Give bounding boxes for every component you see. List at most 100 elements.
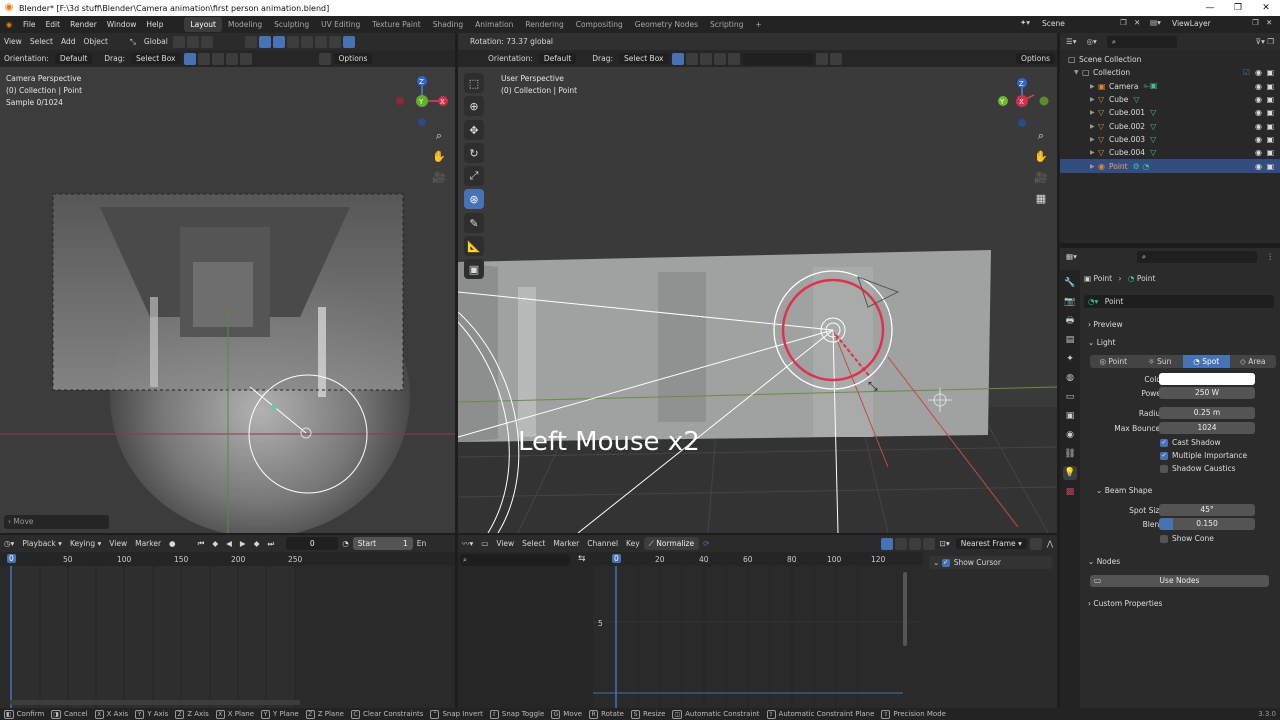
display-mode-icon[interactable]: ◎▾ bbox=[1087, 37, 1097, 46]
menu-help[interactable]: Help bbox=[141, 20, 168, 29]
scene-icon[interactable]: ✦▾ bbox=[1020, 18, 1030, 27]
select-mode-subtract-icon[interactable] bbox=[211, 52, 224, 65]
collection-eye-icon[interactable]: ◉ bbox=[1255, 68, 1262, 77]
tab-geometry-nodes[interactable]: Geometry Nodes bbox=[629, 17, 704, 32]
preview-section[interactable]: › Preview bbox=[1088, 320, 1123, 329]
cast-shadow-checkbox[interactable]: ✓ Cast Shadow bbox=[1160, 438, 1221, 447]
annotate-tool-icon[interactable]: ✎ bbox=[464, 213, 484, 233]
right-search-field[interactable] bbox=[742, 52, 813, 65]
right-viewport[interactable]: ⤡ ⬚ ⊕ ✥ ↻ ⤢ ⊛ ✎ 📐 ▣ User Perspective (0)… bbox=[458, 67, 1057, 533]
right-filter-icon[interactable] bbox=[815, 52, 828, 65]
minimize-icon[interactable]: — bbox=[1196, 0, 1224, 16]
add-cube-tool-icon[interactable]: ▣ bbox=[464, 259, 484, 279]
scene-copy-icon[interactable]: ❐ bbox=[1120, 18, 1127, 27]
light-type-spot[interactable]: ◔ Spot bbox=[1183, 355, 1230, 368]
shading-wireframe-icon[interactable] bbox=[300, 35, 313, 48]
scene-tab-icon[interactable]: ✦ bbox=[1063, 352, 1077, 366]
properties-editor-icon[interactable]: ▦▾ bbox=[1066, 252, 1077, 261]
snap-icon[interactable]: ⊡▾ bbox=[936, 539, 954, 548]
nodes-section[interactable]: ⌄ Nodes bbox=[1088, 557, 1120, 566]
proportional-edit-icon[interactable] bbox=[200, 35, 213, 48]
graph-mode-icon[interactable]: ▭ bbox=[477, 539, 492, 548]
output-tab-icon[interactable]: 🖶 bbox=[1063, 314, 1077, 328]
scene-name[interactable]: Scene bbox=[1042, 19, 1065, 28]
blend-slider[interactable]: 0.150 bbox=[1159, 518, 1255, 530]
outliner-item-cube[interactable]: ▶ ▽ Cube ▽ ◉ ▣ bbox=[1060, 93, 1280, 106]
world-tab-icon[interactable]: ◍ bbox=[1063, 371, 1077, 385]
only-errors-icon[interactable] bbox=[908, 537, 921, 550]
menu-file[interactable]: File bbox=[18, 20, 41, 29]
pan-hand-icon[interactable]: ✋ bbox=[432, 150, 446, 164]
playback-menu[interactable]: Playback ▾ bbox=[18, 539, 66, 548]
pivot-icon[interactable] bbox=[172, 35, 185, 48]
use-nodes-button[interactable]: ▭ Use Nodes bbox=[1090, 575, 1269, 587]
tab-shading[interactable]: Shading bbox=[427, 17, 469, 32]
menu-edit[interactable]: Edit bbox=[41, 20, 66, 29]
select-mode-intersect-icon[interactable] bbox=[239, 52, 252, 65]
collection-render-icon[interactable]: ▣ bbox=[1266, 68, 1274, 77]
end-frame-field[interactable]: En bbox=[413, 539, 431, 548]
right-select-subtract-icon[interactable] bbox=[699, 52, 712, 65]
right-select-intersect-icon[interactable] bbox=[727, 52, 740, 65]
outliner-item-cube-003[interactable]: ▶ ▽ Cube.003 ▽ ◉ ▣ bbox=[1060, 133, 1280, 146]
left-viewport[interactable]: Camera Perspective (0) Collection | Poin… bbox=[0, 67, 455, 533]
right-camera-view-icon[interactable]: 🎥 bbox=[1034, 171, 1048, 185]
next-key-icon[interactable]: ◆ bbox=[250, 539, 264, 548]
start-frame-field[interactable]: Start 1 bbox=[352, 537, 413, 550]
left-object-menu[interactable]: Object bbox=[79, 37, 111, 46]
right-select-extend-icon[interactable] bbox=[685, 52, 698, 65]
show-cone-checkbox[interactable]: Show Cone bbox=[1160, 534, 1214, 543]
multiple-importance-checkbox[interactable]: ✓ Multiple Importance bbox=[1160, 451, 1247, 460]
snap-icon[interactable] bbox=[186, 35, 199, 48]
light-type-sun[interactable]: ☼ Sun bbox=[1137, 355, 1184, 368]
outliner-editor-icon[interactable]: ☰▾ bbox=[1066, 37, 1077, 46]
zoom-icon[interactable]: ⌕ bbox=[432, 129, 446, 143]
eye-icon[interactable]: ◉ bbox=[1255, 135, 1262, 144]
snap-mode-dropdown[interactable]: Nearest Frame ▾ bbox=[955, 538, 1027, 549]
beam-shape-section[interactable]: ⌄ Beam Shape bbox=[1096, 486, 1152, 495]
tab-sculpting[interactable]: Sculpting bbox=[268, 17, 315, 32]
cursor-tool-icon[interactable]: ⊕ bbox=[464, 96, 484, 116]
shading-material-icon[interactable] bbox=[328, 35, 341, 48]
blender-menu-icon[interactable]: ◉ bbox=[0, 20, 18, 29]
view-layer-copy-icon[interactable]: ❐ bbox=[1252, 18, 1259, 27]
view-layer-name[interactable]: ViewLayer bbox=[1172, 19, 1211, 28]
right-navigation-gizmo[interactable]: Z Y X bbox=[994, 73, 1054, 133]
left-select-menu[interactable]: Select bbox=[26, 37, 57, 46]
graph-view-menu[interactable]: View bbox=[492, 539, 518, 548]
properties-pin-icon[interactable]: ⋮ bbox=[1267, 252, 1275, 261]
graph-editor-area[interactable]: ⌕ ⇆ 0 20 40 60 80 100 120 5 ⌄ ✓ Show Curs… bbox=[458, 552, 1057, 708]
eye-icon[interactable]: ◉ bbox=[1255, 108, 1262, 117]
radius-field[interactable]: 0.25 m bbox=[1159, 407, 1255, 419]
orientation-dropdown[interactable]: Default bbox=[54, 53, 93, 64]
overlay-toggle-icon[interactable] bbox=[272, 35, 285, 48]
outliner-item-camera[interactable]: ▶ ▣ Camera ⟜▣ ◉ ▣ bbox=[1060, 80, 1280, 93]
frame-indicator[interactable]: 0 bbox=[7, 554, 16, 563]
left-options-dropdown[interactable]: Options bbox=[333, 53, 373, 64]
right-orientation-dropdown[interactable]: Default bbox=[538, 53, 577, 64]
graph-editor-icon[interactable]: 〰▾ bbox=[458, 538, 477, 549]
select-box-tool-icon[interactable]: ⬚ bbox=[464, 73, 484, 93]
move-tool-icon[interactable]: ✥ bbox=[464, 120, 484, 140]
graph-select-menu[interactable]: Select bbox=[518, 539, 549, 548]
maximize-icon[interactable]: ❐ bbox=[1224, 0, 1252, 16]
rotate-tool-icon[interactable]: ↻ bbox=[464, 143, 484, 163]
render-icon[interactable]: ▣ bbox=[1266, 108, 1274, 117]
outliner-item-cube-004[interactable]: ▶ ▽ Cube.004 ▽ ◉ ▣ bbox=[1060, 146, 1280, 159]
select-mode-invert-icon[interactable] bbox=[225, 52, 238, 65]
eye-icon[interactable]: ◉ bbox=[1255, 82, 1262, 91]
eye-icon[interactable]: ◉ bbox=[1255, 122, 1262, 131]
channel-swap-icon[interactable]: ⇆ bbox=[578, 554, 586, 564]
outliner-search-field[interactable]: ⌕ bbox=[1106, 35, 1177, 48]
select-mode-new-icon[interactable] bbox=[183, 52, 196, 65]
collection-checkbox-icon[interactable]: ☑ bbox=[1243, 68, 1250, 77]
right-select-new-icon[interactable] bbox=[671, 52, 684, 65]
render-icon[interactable]: ▣ bbox=[1266, 95, 1274, 104]
ortho-grid-icon[interactable]: ▦ bbox=[1034, 192, 1048, 206]
light-color-swatch[interactable] bbox=[1159, 373, 1255, 385]
transform-tool-icon[interactable]: ⊛ bbox=[464, 189, 484, 209]
close-icon[interactable]: ✕ bbox=[1252, 0, 1280, 16]
eye-icon[interactable]: ◉ bbox=[1255, 162, 1262, 171]
right-zoom-icon[interactable]: ⌕ bbox=[1034, 129, 1048, 143]
shadow-caustics-checkbox[interactable]: Shadow Caustics bbox=[1160, 464, 1236, 473]
